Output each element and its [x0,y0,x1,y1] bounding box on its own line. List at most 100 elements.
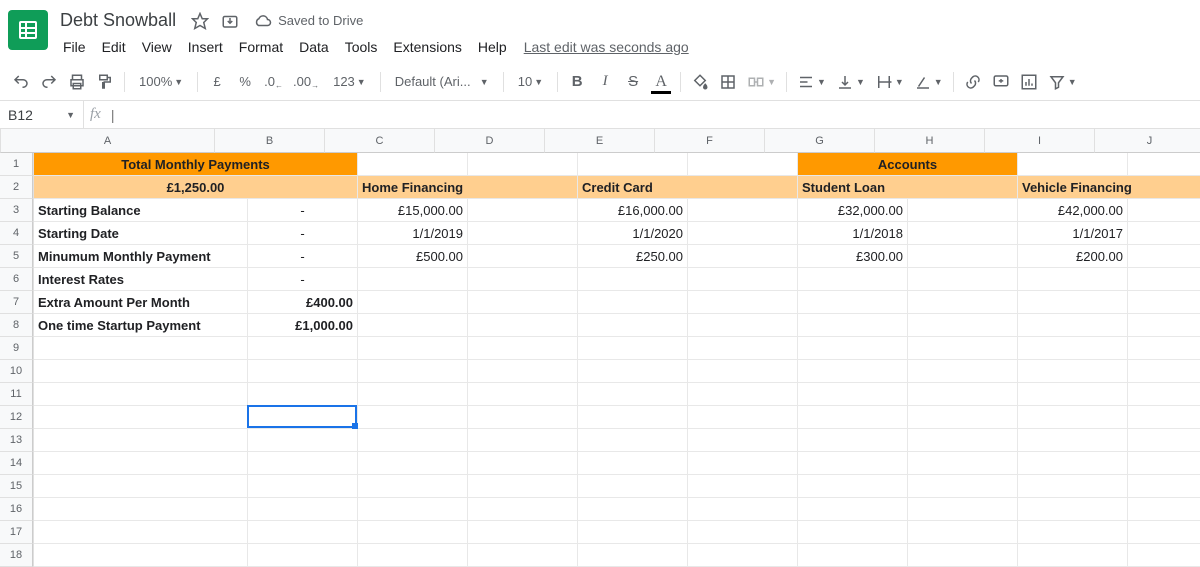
cell-D6[interactable] [468,268,578,291]
cell-C15[interactable] [358,475,468,498]
text-rotation-button[interactable]: ▼ [910,69,947,95]
app-logo[interactable] [8,10,48,50]
cell-G11[interactable] [798,383,908,406]
cell-F18[interactable] [688,544,798,567]
vertical-align-button[interactable]: ▼ [832,69,869,95]
cell-A10[interactable] [34,360,248,383]
cell-G9[interactable] [798,337,908,360]
cell-H15[interactable] [908,475,1018,498]
cell-G5[interactable]: £300.00 [798,245,908,268]
cell-C18[interactable] [358,544,468,567]
cell-F11[interactable] [688,383,798,406]
cell-A18[interactable] [34,544,248,567]
font-dropdown[interactable]: Default (Ari...▼ [387,69,497,95]
cell-D4[interactable] [468,222,578,245]
cell-D3[interactable] [468,199,578,222]
cell-G17[interactable] [798,521,908,544]
cell-A1[interactable]: Total Monthly Payments [34,153,358,176]
cell-A8[interactable]: One time Startup Payment [34,314,248,337]
col-header-F[interactable]: F [655,129,765,153]
cell-B4[interactable]: - [248,222,358,245]
cell-D16[interactable] [468,498,578,521]
cell-D13[interactable] [468,429,578,452]
cell-G7[interactable] [798,291,908,314]
redo-button[interactable] [36,69,62,95]
cell-G12[interactable] [798,406,908,429]
currency-button[interactable]: £ [204,69,230,95]
borders-button[interactable] [715,69,741,95]
cell-H14[interactable] [908,452,1018,475]
cell-I7[interactable] [1018,291,1128,314]
row-header-13[interactable]: 13 [0,429,33,452]
cell-I1[interactable] [1018,153,1128,176]
cell-I10[interactable] [1018,360,1128,383]
cell-E2[interactable]: Credit Card [578,176,798,199]
cell-F17[interactable] [688,521,798,544]
cell-C4[interactable]: 1/1/2019 [358,222,468,245]
cell-E13[interactable] [578,429,688,452]
cell-D8[interactable] [468,314,578,337]
row-header-14[interactable]: 14 [0,452,33,475]
cell-A15[interactable] [34,475,248,498]
cell-E12[interactable] [578,406,688,429]
cell-C14[interactable] [358,452,468,475]
row-header-4[interactable]: 4 [0,222,33,245]
cell-E5[interactable]: £250.00 [578,245,688,268]
cell-C6[interactable] [358,268,468,291]
horizontal-align-button[interactable]: ▼ [793,69,830,95]
cell-H3[interactable] [908,199,1018,222]
cell-H17[interactable] [908,521,1018,544]
cell-G18[interactable] [798,544,908,567]
cell-E14[interactable] [578,452,688,475]
cell-C2[interactable]: Home Financing [358,176,578,199]
paint-format-button[interactable] [92,69,118,95]
cell-I8[interactable] [1018,314,1128,337]
row-header-9[interactable]: 9 [0,337,33,360]
cell-F5[interactable] [688,245,798,268]
cell-D18[interactable] [468,544,578,567]
cell-C3[interactable]: £15,000.00 [358,199,468,222]
cell-B3[interactable]: - [248,199,358,222]
cell-I6[interactable] [1018,268,1128,291]
cell-F7[interactable] [688,291,798,314]
cell-F13[interactable] [688,429,798,452]
cell-E10[interactable] [578,360,688,383]
cell-B14[interactable] [248,452,358,475]
cell-A5[interactable]: Minumum Monthly Payment [34,245,248,268]
cell-H16[interactable] [908,498,1018,521]
cell-E16[interactable] [578,498,688,521]
cell-E3[interactable]: £16,000.00 [578,199,688,222]
italic-button[interactable]: I [592,69,618,95]
row-header-5[interactable]: 5 [0,245,33,268]
fill-color-button[interactable] [687,69,713,95]
menu-file[interactable]: File [56,35,93,59]
cell-I15[interactable] [1018,475,1128,498]
menu-format[interactable]: Format [232,35,290,59]
menu-insert[interactable]: Insert [181,35,230,59]
cell-E15[interactable] [578,475,688,498]
cell-G2[interactable]: Student Loan [798,176,1018,199]
text-wrap-button[interactable]: ▼ [871,69,908,95]
row-header-17[interactable]: 17 [0,521,33,544]
cell-I14[interactable] [1018,452,1128,475]
cell-A14[interactable] [34,452,248,475]
cell-I17[interactable] [1018,521,1128,544]
cell-H9[interactable] [908,337,1018,360]
cell-J16[interactable] [1128,498,1200,521]
cell-D1[interactable] [468,153,578,176]
cell-C13[interactable] [358,429,468,452]
cell-C17[interactable] [358,521,468,544]
cell-I9[interactable] [1018,337,1128,360]
percent-button[interactable]: % [232,69,258,95]
cell-H12[interactable] [908,406,1018,429]
cell-F14[interactable] [688,452,798,475]
cell-I18[interactable] [1018,544,1128,567]
cell-D11[interactable] [468,383,578,406]
cell-B13[interactable] [248,429,358,452]
cell-J12[interactable] [1128,406,1200,429]
cell-G6[interactable] [798,268,908,291]
cell-J13[interactable] [1128,429,1200,452]
cell-J15[interactable] [1128,475,1200,498]
col-header-B[interactable]: B [215,129,325,153]
cell-E1[interactable] [578,153,688,176]
